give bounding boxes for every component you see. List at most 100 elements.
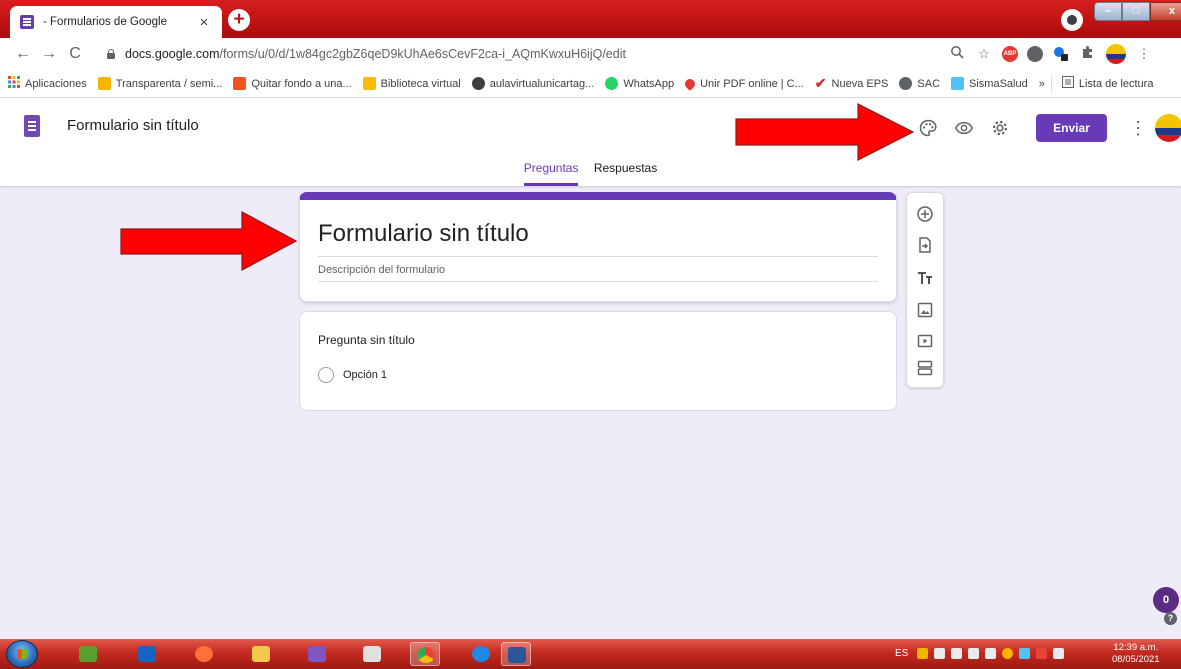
toolbar-extensions: ☆ ABP ⋮ bbox=[948, 44, 1153, 64]
bookmark-item[interactable]: WhatsApp bbox=[605, 77, 674, 90]
gmail-icon[interactable] bbox=[1036, 648, 1047, 659]
forms-tabs: Preguntas Respuestas bbox=[0, 158, 1181, 186]
send-button[interactable]: Enviar bbox=[1036, 114, 1107, 142]
back-button[interactable]: ← bbox=[10, 45, 36, 63]
tab-responses[interactable]: Respuestas bbox=[594, 158, 657, 186]
bookmark-favicon-icon bbox=[97, 77, 111, 90]
more-options-icon[interactable]: ⋮ bbox=[1129, 118, 1147, 138]
volume-icon[interactable] bbox=[934, 648, 945, 659]
close-window-button[interactable]: x bbox=[1150, 2, 1181, 21]
taskbar-app-icon[interactable] bbox=[357, 642, 387, 666]
browser-toolbar: ← → C docs.google.com/forms/u/0/d/1w84gc… bbox=[0, 38, 1181, 70]
reload-button[interactable]: C bbox=[62, 45, 88, 63]
taskbar-app-icon[interactable] bbox=[132, 642, 162, 666]
bookmark-favicon-icon bbox=[471, 77, 485, 90]
bookmark-favicon-icon bbox=[951, 77, 965, 90]
checkmark-icon: ✔ bbox=[814, 75, 827, 91]
extension-badge-icon[interactable] bbox=[1052, 45, 1070, 63]
maximize-button[interactable]: □ bbox=[1122, 2, 1150, 21]
help-icon[interactable]: ? bbox=[1164, 612, 1177, 625]
bookmark-label: Nueva EPS bbox=[831, 77, 889, 90]
add-title-icon[interactable] bbox=[916, 269, 934, 287]
bookmark-favicon-icon bbox=[362, 77, 376, 90]
tray-icon[interactable] bbox=[917, 648, 928, 659]
annotation-arrow-icon bbox=[735, 103, 915, 161]
preview-eye-icon[interactable] bbox=[954, 118, 974, 138]
reading-list-label: Lista de lectura bbox=[1078, 77, 1154, 90]
system-tray bbox=[917, 648, 1064, 659]
whatsapp-icon bbox=[605, 77, 619, 90]
option-label[interactable]: Opción 1 bbox=[343, 369, 387, 381]
browser-profile-icon[interactable] bbox=[1061, 9, 1083, 31]
add-image-icon[interactable] bbox=[916, 301, 934, 319]
puzzle-icon[interactable] bbox=[1079, 45, 1097, 63]
globe-icon bbox=[899, 77, 913, 90]
bookmark-item[interactable]: ✔ Nueva EPS bbox=[815, 75, 889, 92]
menu-icon[interactable]: ⋮ bbox=[1135, 45, 1153, 63]
start-button-icon[interactable] bbox=[6, 640, 38, 668]
tab-title: - Formularios de Google bbox=[43, 16, 167, 28]
tray-icon[interactable] bbox=[968, 648, 979, 659]
zoom-icon[interactable] bbox=[948, 45, 966, 63]
question-card[interactable]: Pregunta sin título Opción 1 bbox=[299, 311, 897, 411]
forward-button[interactable]: → bbox=[36, 45, 62, 63]
tab-close-icon[interactable]: × bbox=[196, 14, 212, 31]
bookmark-item[interactable]: Quitar fondo a una... bbox=[233, 77, 352, 90]
window-controls: – □ x bbox=[1094, 2, 1181, 21]
notification-badge[interactable]: 0 bbox=[1153, 587, 1179, 613]
flag-icon[interactable] bbox=[1053, 648, 1064, 659]
tray-icon[interactable] bbox=[951, 648, 962, 659]
bookmark-item[interactable]: Unir PDF online | C... bbox=[682, 76, 804, 91]
bookmark-label: SismaSalud bbox=[969, 77, 1028, 90]
floating-toolbar bbox=[906, 192, 944, 388]
address-bar[interactable]: docs.google.com/forms/u/0/d/1w84gc2gbZ6q… bbox=[106, 42, 996, 66]
bookmark-item[interactable]: SismaSalud bbox=[951, 77, 1028, 90]
tray-icon[interactable] bbox=[1019, 648, 1030, 659]
question-title[interactable]: Pregunta sin título bbox=[318, 333, 415, 347]
palette-icon[interactable] bbox=[918, 118, 938, 138]
word-icon[interactable] bbox=[501, 642, 531, 666]
chrome-icon[interactable] bbox=[410, 642, 440, 666]
tray-icon[interactable] bbox=[1002, 648, 1013, 659]
clock[interactable]: 12:39 a.m. 08/05/2021 bbox=[1112, 642, 1160, 666]
bookmark-item[interactable]: Biblioteca virtual bbox=[362, 77, 461, 90]
google-forms-favicon-icon bbox=[20, 15, 34, 29]
bookmark-item[interactable]: Aplicaciones bbox=[8, 76, 87, 91]
file-explorer-icon[interactable] bbox=[246, 642, 276, 666]
form-title-field[interactable]: Formulario sin título bbox=[318, 220, 878, 257]
reading-list-button[interactable]: Lista de lectura bbox=[1061, 76, 1154, 91]
taskbar-app-icon[interactable] bbox=[73, 642, 103, 666]
extension-icon[interactable] bbox=[1027, 46, 1043, 62]
annotation-arrow-icon bbox=[120, 211, 298, 271]
google-forms-logo-icon[interactable] bbox=[24, 115, 40, 137]
firefox-icon[interactable] bbox=[189, 642, 219, 666]
tab-questions[interactable]: Preguntas bbox=[523, 158, 579, 186]
bookmarks-overflow-button[interactable]: » bbox=[1039, 78, 1045, 90]
import-questions-icon[interactable] bbox=[916, 236, 934, 254]
add-video-icon[interactable] bbox=[916, 332, 934, 350]
add-question-icon[interactable] bbox=[916, 205, 934, 223]
lock-icon bbox=[106, 49, 116, 59]
bookmark-item[interactable]: SAC bbox=[899, 77, 940, 90]
star-icon[interactable]: ☆ bbox=[975, 45, 993, 63]
network-signal-icon[interactable] bbox=[985, 648, 996, 659]
adblock-icon[interactable]: ABP bbox=[1002, 46, 1018, 62]
heart-icon bbox=[682, 76, 698, 91]
radio-button[interactable] bbox=[318, 367, 334, 383]
add-section-icon[interactable] bbox=[916, 359, 934, 377]
settings-gear-icon[interactable] bbox=[990, 118, 1010, 138]
reading-list-icon bbox=[1061, 76, 1074, 91]
document-title[interactable]: Formulario sin título bbox=[67, 117, 199, 134]
bookmark-item[interactable]: aulavirtualunicartag... bbox=[471, 77, 594, 90]
taskbar-app-icon[interactable] bbox=[302, 642, 332, 666]
apps-grid-icon bbox=[8, 76, 20, 91]
form-description-field[interactable]: Descripción del formulario bbox=[318, 264, 878, 282]
new-tab-button[interactable]: + bbox=[228, 9, 250, 31]
internet-explorer-icon[interactable] bbox=[466, 642, 496, 666]
minimize-button[interactable]: – bbox=[1094, 2, 1122, 21]
bookmark-item[interactable]: Transparenta / semi... bbox=[97, 77, 222, 90]
profile-avatar[interactable] bbox=[1106, 44, 1126, 64]
language-indicator[interactable]: ES bbox=[895, 648, 908, 659]
account-avatar[interactable] bbox=[1155, 114, 1181, 142]
browser-tab[interactable]: - Formularios de Google × bbox=[10, 6, 222, 38]
